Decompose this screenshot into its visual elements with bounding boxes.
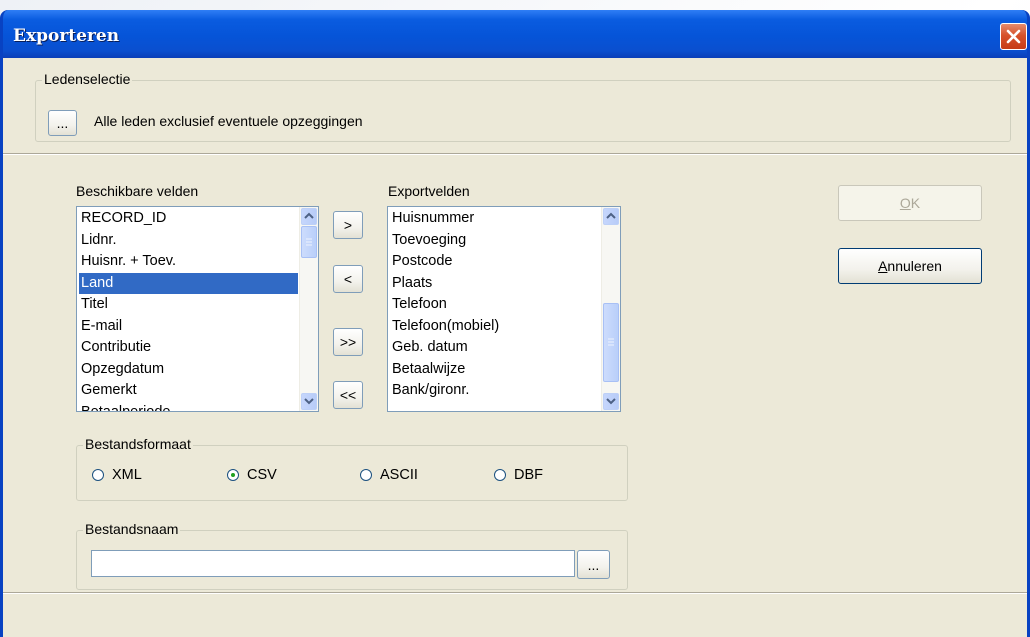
list-item[interactable]: Geb. datum [390, 337, 600, 359]
list-item[interactable]: Postcode [390, 251, 600, 273]
file-name-label: Bestandsnaam [83, 521, 181, 537]
available-fields-items: RECORD_ID Lidnr. Huisnr. + Toev. Land Titel E… [79, 208, 298, 412]
list-item[interactable]: Land [79, 272, 298, 294]
scroll-down-button[interactable] [603, 393, 619, 410]
available-fields-scrollbar[interactable] [299, 207, 318, 411]
scroll-up-button[interactable] [603, 208, 619, 225]
chevron-up-icon [606, 212, 616, 219]
separator [3, 153, 1027, 155]
cancel-button[interactable]: Annuleren [838, 248, 982, 284]
file-name-browse-button[interactable]: ... [577, 550, 610, 579]
export-fields-list[interactable]: Huisnummer Toevoeging Postcode Plaats Telefo… [387, 206, 621, 412]
chevron-up-icon [304, 212, 314, 219]
export-fields-label: Exportvelden [388, 183, 470, 199]
ledenselectie-group: Ledenselectie [35, 71, 1011, 142]
close-icon [1006, 29, 1021, 44]
radio-label-ascii: ASCII [380, 467, 418, 483]
list-item[interactable]: Plaats [390, 273, 600, 295]
list-item[interactable]: Lidnr. [79, 230, 298, 252]
format-radio-xml[interactable]: XML [92, 467, 142, 483]
radio-selected-dot [231, 473, 235, 477]
format-radio-dbf[interactable]: DBF [494, 467, 543, 483]
ledenselectie-text: Alle leden exclusief eventuele opzegging… [94, 113, 363, 129]
status-bar [3, 594, 1027, 637]
scroll-thumb[interactable] [301, 226, 317, 258]
export-fields-items: Huisnummer Toevoeging Postcode Plaats Telefo… [390, 208, 600, 402]
radio-circle-dbf [494, 469, 506, 481]
radio-circle-ascii [360, 469, 372, 481]
format-radio-csv[interactable]: CSV [227, 467, 277, 483]
list-item[interactable]: Betaalperiode [79, 402, 298, 412]
radio-label-xml: XML [112, 467, 142, 483]
radio-label-csv: CSV [247, 467, 277, 483]
dialog-body: Ledenselectie ... Alle leden exclusief e… [3, 58, 1027, 637]
list-item[interactable]: Betaalwijze [390, 359, 600, 381]
radio-circle-csv [227, 469, 239, 481]
remove-field-button[interactable]: < [333, 265, 363, 293]
cancel-label-rest: nnuleren [887, 258, 942, 274]
list-item[interactable]: Huisnummer [390, 208, 600, 230]
list-item[interactable]: E-mail [79, 316, 298, 338]
file-format-label: Bestandsformaat [83, 436, 193, 452]
scroll-thumb[interactable] [603, 303, 619, 382]
list-item[interactable]: Opzegdatum [79, 359, 298, 381]
radio-label-dbf: DBF [514, 467, 543, 483]
ok-mnemonic: O [899, 195, 911, 211]
cancel-mnemonic: A [878, 258, 888, 274]
list-item[interactable]: Telefoon(mobiel) [390, 316, 600, 338]
close-button[interactable] [1000, 23, 1027, 50]
export-dialog: Exporteren Ledenselectie ... Alle leden … [0, 10, 1030, 637]
chevron-down-icon [304, 398, 314, 405]
export-fields-scrollbar[interactable] [601, 207, 620, 411]
list-item[interactable]: Bank/gironr. [390, 380, 600, 402]
list-item[interactable]: Toevoeging [390, 230, 600, 252]
chevron-down-icon [606, 398, 616, 405]
ok-button[interactable]: OK [838, 185, 982, 221]
list-item[interactable]: RECORD_ID [79, 208, 298, 230]
radio-circle-xml [92, 469, 104, 481]
list-item[interactable]: Gemerkt [79, 380, 298, 402]
ledenselectie-browse-button[interactable]: ... [48, 110, 77, 136]
title-bar[interactable]: Exporteren [3, 10, 1027, 58]
ledenselectie-label: Ledenselectie [42, 71, 133, 87]
file-name-input[interactable] [91, 550, 575, 577]
list-item[interactable]: Telefoon [390, 294, 600, 316]
scroll-down-button[interactable] [301, 393, 317, 410]
format-radio-ascii[interactable]: ASCII [360, 467, 418, 483]
grip-icon [608, 338, 614, 346]
list-item[interactable]: Titel [79, 294, 298, 316]
add-all-fields-button[interactable]: >> [333, 328, 363, 356]
scroll-up-button[interactable] [301, 208, 317, 225]
grip-icon [306, 238, 312, 246]
add-field-button[interactable]: > [333, 211, 363, 239]
list-item[interactable]: Contributie [79, 337, 298, 359]
list-item[interactable]: Huisnr. + Toev. [79, 251, 298, 273]
remove-all-fields-button[interactable]: << [333, 381, 363, 409]
ok-label-rest: K [910, 195, 921, 211]
window-title: Exporteren [13, 26, 120, 46]
file-format-group: Bestandsformaat [76, 436, 628, 501]
available-fields-list[interactable]: RECORD_ID Lidnr. Huisnr. + Toev. Land Titel E… [76, 206, 319, 412]
available-fields-label: Beschikbare velden [76, 183, 199, 199]
